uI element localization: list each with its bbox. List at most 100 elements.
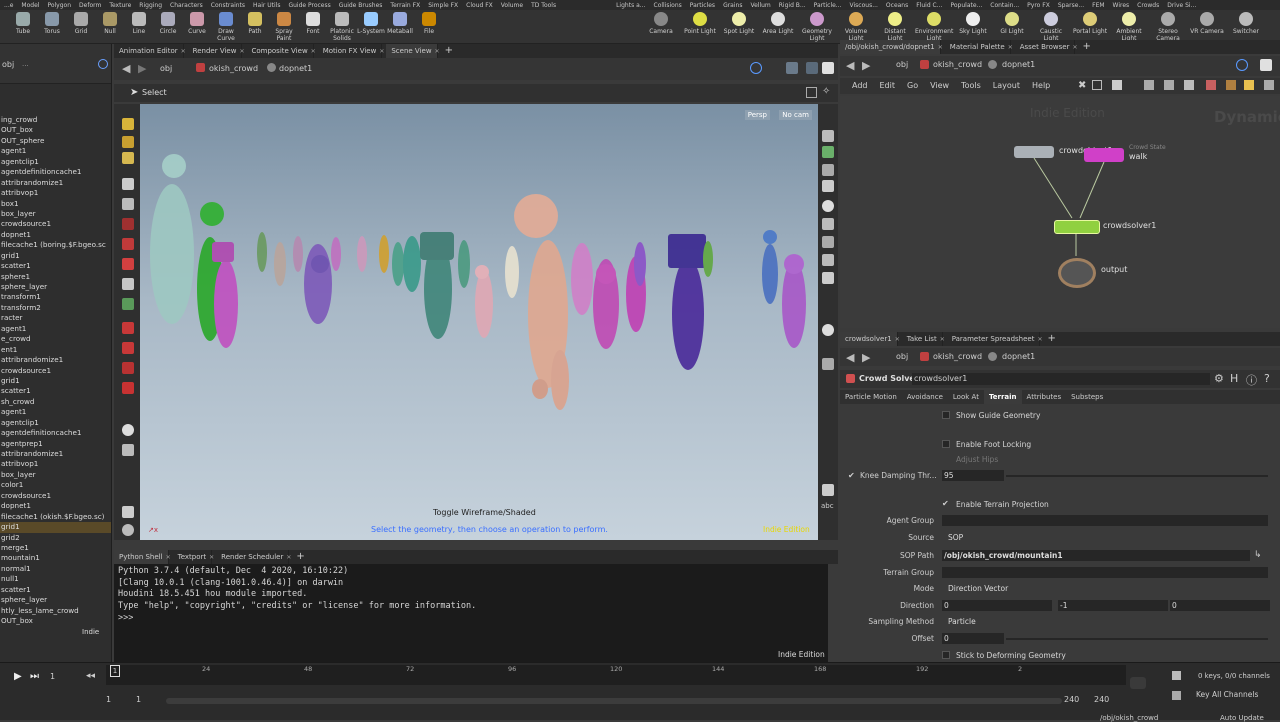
console-tab-0[interactable]: Python Shell — [114, 550, 169, 564]
help-h-icon[interactable]: H — [1230, 372, 1238, 385]
texture-icon[interactable] — [822, 272, 834, 284]
frame-marker[interactable]: 1 — [110, 665, 120, 677]
tree-item[interactable]: agent1 — [0, 146, 111, 156]
grow-icon[interactable] — [122, 298, 134, 310]
select-icon[interactable] — [122, 118, 134, 130]
wireframe-icon[interactable] — [822, 218, 834, 230]
tree-item[interactable]: OUT_box — [0, 616, 111, 626]
tree-item[interactable]: attribrandomize1 — [0, 178, 111, 188]
network-tab-close-icon[interactable]: ✕ — [1072, 44, 1077, 51]
viewport-tab-0[interactable]: Animation Editor — [114, 44, 184, 58]
network-menu-go[interactable]: Go — [907, 81, 918, 90]
bulb-icon[interactable] — [822, 254, 834, 266]
tree-item[interactable]: attribvop1 — [0, 459, 111, 469]
parameter-tab-0[interactable]: crowdsolver1 — [840, 332, 898, 346]
tool-r14[interactable]: VR Camera — [1188, 12, 1226, 35]
shelf-tab-r5[interactable]: Rigid B... — [775, 1, 810, 10]
sampling-dropdown[interactable]: Particle — [946, 616, 990, 627]
stick-checkbox[interactable] — [942, 651, 950, 659]
tool-3[interactable]: Null — [95, 12, 125, 35]
tool-10[interactable]: Font — [298, 12, 328, 35]
tree-item[interactable]: agentclip1 — [0, 157, 111, 167]
tree-item[interactable]: sh_crowd — [0, 397, 111, 407]
parameter-tab-close-icon[interactable]: ✕ — [895, 336, 900, 343]
tool-r12[interactable]: Ambient Light — [1110, 12, 1148, 42]
shape-icon[interactable] — [1226, 80, 1236, 90]
tool-r1[interactable]: Point Light — [681, 12, 719, 35]
tool-7[interactable]: Draw Curve — [211, 12, 241, 42]
shelf-tab-r11[interactable]: Contain... — [986, 1, 1023, 10]
transform-icon[interactable] — [122, 136, 134, 148]
tool-r10[interactable]: Caustic Light — [1032, 12, 1070, 42]
path-dopnet1[interactable]: dopnet1 — [1002, 60, 1035, 69]
shelf-tab-r3[interactable]: Grains — [719, 1, 746, 10]
handle-icon[interactable] — [122, 152, 134, 164]
tree-item[interactable]: sphere1 — [0, 272, 111, 282]
shelf-tab-r9[interactable]: Fluid C... — [912, 1, 946, 10]
network-editor[interactable]: Indie Edition Dynamic crowdobject1 walk … — [840, 96, 1280, 328]
direction-z-field[interactable]: 0 — [1170, 600, 1270, 611]
path-okish-crowd[interactable]: okish_crowd — [933, 352, 982, 361]
tool-r4[interactable]: Geometry Light — [798, 12, 836, 42]
viewport-tab-2[interactable]: Composite View — [246, 44, 314, 58]
network-menu-layout[interactable]: Layout — [993, 81, 1020, 90]
tree-item[interactable]: scatter1 — [0, 386, 111, 396]
shelf-tab-4[interactable]: Texture — [105, 1, 135, 10]
normals-icon[interactable] — [822, 358, 834, 370]
node-name-field[interactable]: crowdsolver1 — [912, 373, 1210, 385]
foot-locking-checkbox[interactable] — [942, 440, 950, 448]
tree-item[interactable]: normal1 — [0, 564, 111, 574]
select-arrow-icon[interactable]: ➤ — [130, 87, 138, 98]
tool-14[interactable]: File — [414, 12, 444, 35]
tree-item[interactable]: sphere_layer — [0, 282, 111, 292]
path-obj[interactable]: obj — [896, 60, 908, 69]
camera-tool-icon[interactable] — [122, 506, 134, 518]
folder-tab-5[interactable]: Substeps — [1066, 390, 1108, 404]
parameter-tab-close-icon[interactable]: ✕ — [1037, 336, 1042, 343]
info-icon[interactable]: ⓘ — [1246, 372, 1257, 388]
shelf-tab-5[interactable]: Rigging — [135, 1, 166, 10]
list-view-icon[interactable] — [1112, 80, 1122, 90]
range-start[interactable]: 1 — [106, 695, 111, 704]
mode-dropdown[interactable]: Direction Vector — [946, 583, 1022, 594]
network-menu-view[interactable]: View — [930, 81, 949, 90]
knee-damping-check-icon[interactable]: ✔ — [848, 471, 855, 480]
tree-item[interactable]: OUT_box — [0, 125, 111, 135]
pin-small-icon[interactable]: ✧ — [822, 86, 830, 97]
path-obj[interactable]: obj — [896, 352, 908, 361]
tool-1[interactable]: Torus — [37, 12, 67, 35]
node-chooser-icon[interactable]: ↳ — [1254, 550, 1262, 560]
direction-y-field[interactable]: -1 — [1058, 600, 1168, 611]
crowdsolver-node[interactable] — [1054, 220, 1100, 234]
network-menu-edit[interactable]: Edit — [880, 81, 896, 90]
tree-item[interactable]: grid2 — [0, 533, 111, 543]
pose-icon[interactable] — [122, 278, 134, 290]
tree-item[interactable]: scatter1 — [0, 261, 111, 271]
network-tab-1[interactable]: Material Palette — [945, 40, 1011, 54]
tool-r6[interactable]: Distant Light — [876, 12, 914, 42]
walk-node[interactable] — [1084, 148, 1124, 162]
grid-icon[interactable] — [806, 87, 817, 98]
shelf-tab-10[interactable]: Guide Brushes — [335, 1, 387, 10]
shelf-tab-r12[interactable]: Pyro FX — [1023, 1, 1054, 10]
scene-viewport[interactable]: Persp No cam Toggle Wireframe/Shaded Sel… — [140, 104, 818, 540]
folder-tab-0[interactable]: Particle Motion — [840, 390, 902, 404]
render-icon[interactable] — [122, 524, 134, 536]
shading-icon[interactable] — [822, 200, 834, 212]
tree-item[interactable]: transform2 — [0, 303, 111, 313]
viewport-tab-1[interactable]: Render View — [188, 44, 243, 58]
viewport-tab-close-icon[interactable]: ✕ — [239, 48, 244, 55]
tree-item[interactable]: scatter1 — [0, 585, 111, 595]
console-tab-close-icon[interactable]: ✕ — [286, 554, 291, 561]
gear-icon[interactable]: ⚙ — [1214, 372, 1224, 385]
shelf-tab-11[interactable]: Terrain FX — [386, 1, 424, 10]
layout-icon[interactable] — [1144, 80, 1154, 90]
move-icon[interactable] — [122, 218, 134, 230]
folder-tab-2[interactable]: Look At — [948, 390, 984, 404]
tool-r3[interactable]: Area Light — [759, 12, 797, 35]
tree-item[interactable]: racter — [0, 313, 111, 323]
tool-r7[interactable]: Environment Light — [915, 12, 953, 42]
terrain-projection-checkbox[interactable]: ✔ — [942, 499, 949, 508]
tree-item[interactable]: merge1 — [0, 543, 111, 553]
magnet-icon[interactable] — [122, 322, 134, 334]
